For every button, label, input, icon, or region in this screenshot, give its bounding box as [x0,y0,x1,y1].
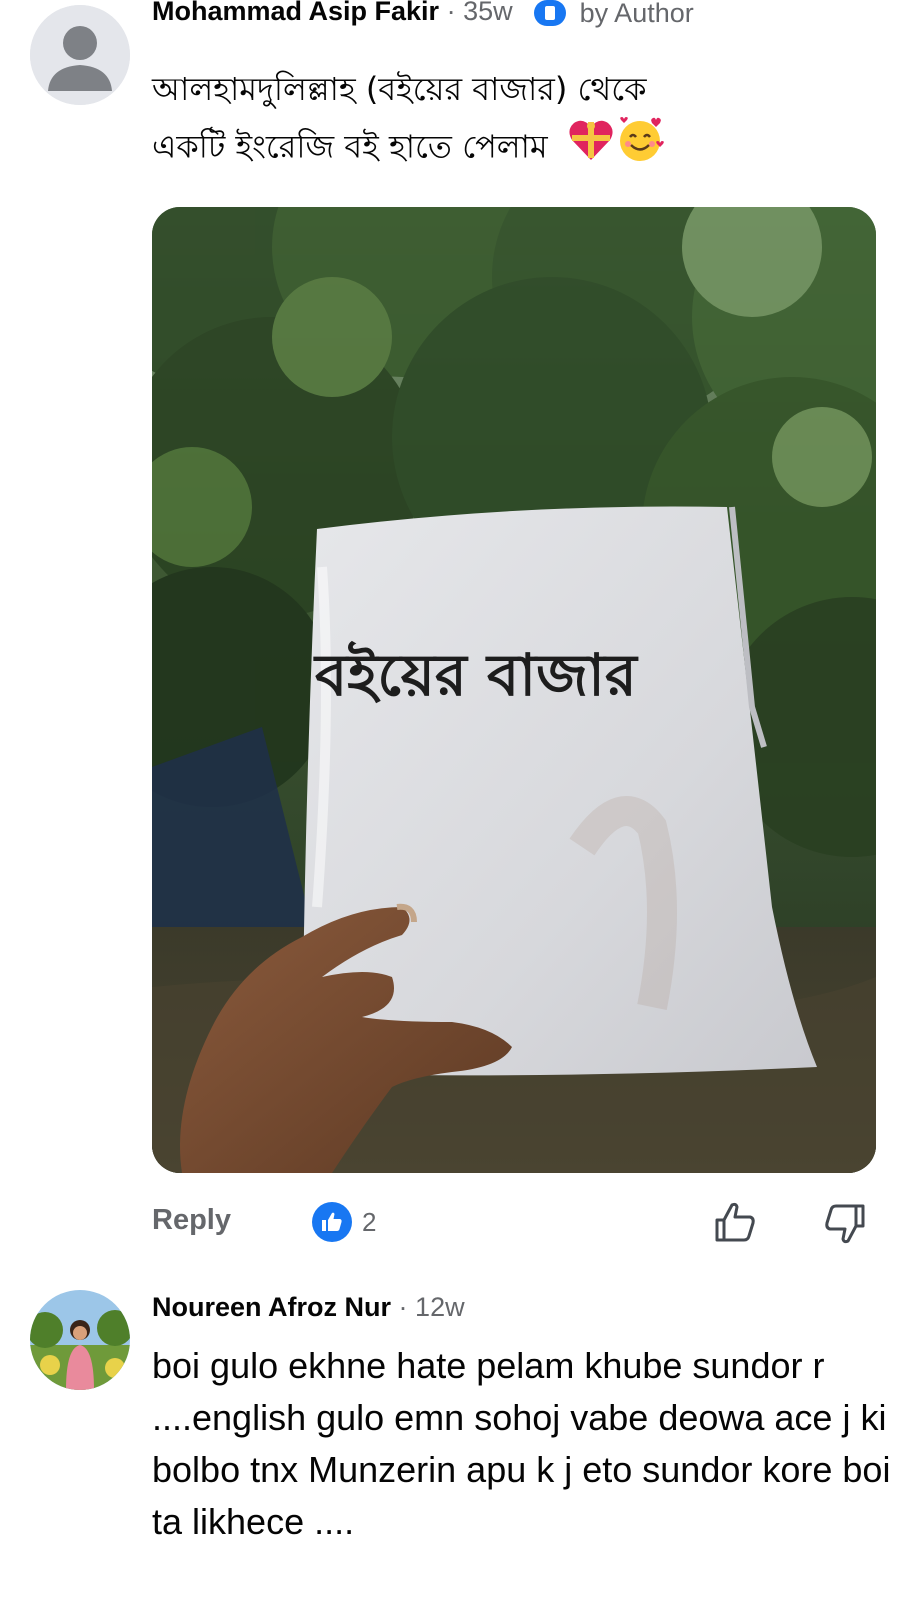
default-avatar-icon [30,5,130,105]
author-badge-icon [534,0,567,26]
reaction-count: 2 [362,1206,377,1237]
comment-actions: Reply 2 [152,1200,876,1250]
meta-separator: · [446,0,456,26]
like-button[interactable] [712,1200,758,1246]
photo-book-package: বইয়ের বাজার [152,207,876,1173]
author-badge-label: by Author [579,0,694,28]
heart-gift-emoji-icon [568,118,614,179]
thumbs-down-icon [825,1204,865,1244]
package-stamp-text: বইয়ের বাজার [313,640,639,709]
smiling-face-with-hearts-emoji-icon [616,117,664,180]
comment-body: boi gulo ekhne hate pelam khube sundor r… [152,1345,891,1542]
comment-text-line: আলহামদুলিল্লাহ (বইয়ের বাজার) থেকে [152,70,647,108]
thumbs-up-icon [715,1202,755,1242]
comment-author-name[interactable]: Mohammad Asip Fakir [152,0,439,26]
comment-photo[interactable]: বইয়ের বাজার [152,207,876,1173]
like-reaction-icon [312,1202,352,1242]
comment-timestamp[interactable]: 35w [463,0,513,26]
author-badge: by Author [534,0,694,28]
reply-button[interactable]: Reply [152,1204,231,1237]
comment-timestamp[interactable]: 12w [415,1292,465,1322]
comment-author-name[interactable]: Noureen Afroz Nur [152,1292,391,1322]
dislike-button[interactable] [822,1200,868,1246]
profile-photo-avatar [30,1290,130,1390]
reaction-summary[interactable]: 2 [312,1200,376,1244]
comment-body: আলহামদুলিল্লাহ (বইয়ের বাজার) থেকে একটি … [152,62,852,180]
comment-avatar[interactable] [30,5,130,105]
comment-text-line-with-emoji: একটি ইংরেজি বই হাতে পেলাম [152,117,852,180]
meta-separator: · [398,1292,408,1322]
comment-header: Mohammad Asip Fakir · 35w by Author [152,0,694,28]
comment-header: Noureen Afroz Nur · 12w [152,1291,465,1323]
comment-text-line: একটি ইংরেজি বই হাতে পেলাম [152,127,548,166]
comment-avatar[interactable] [30,1290,130,1390]
